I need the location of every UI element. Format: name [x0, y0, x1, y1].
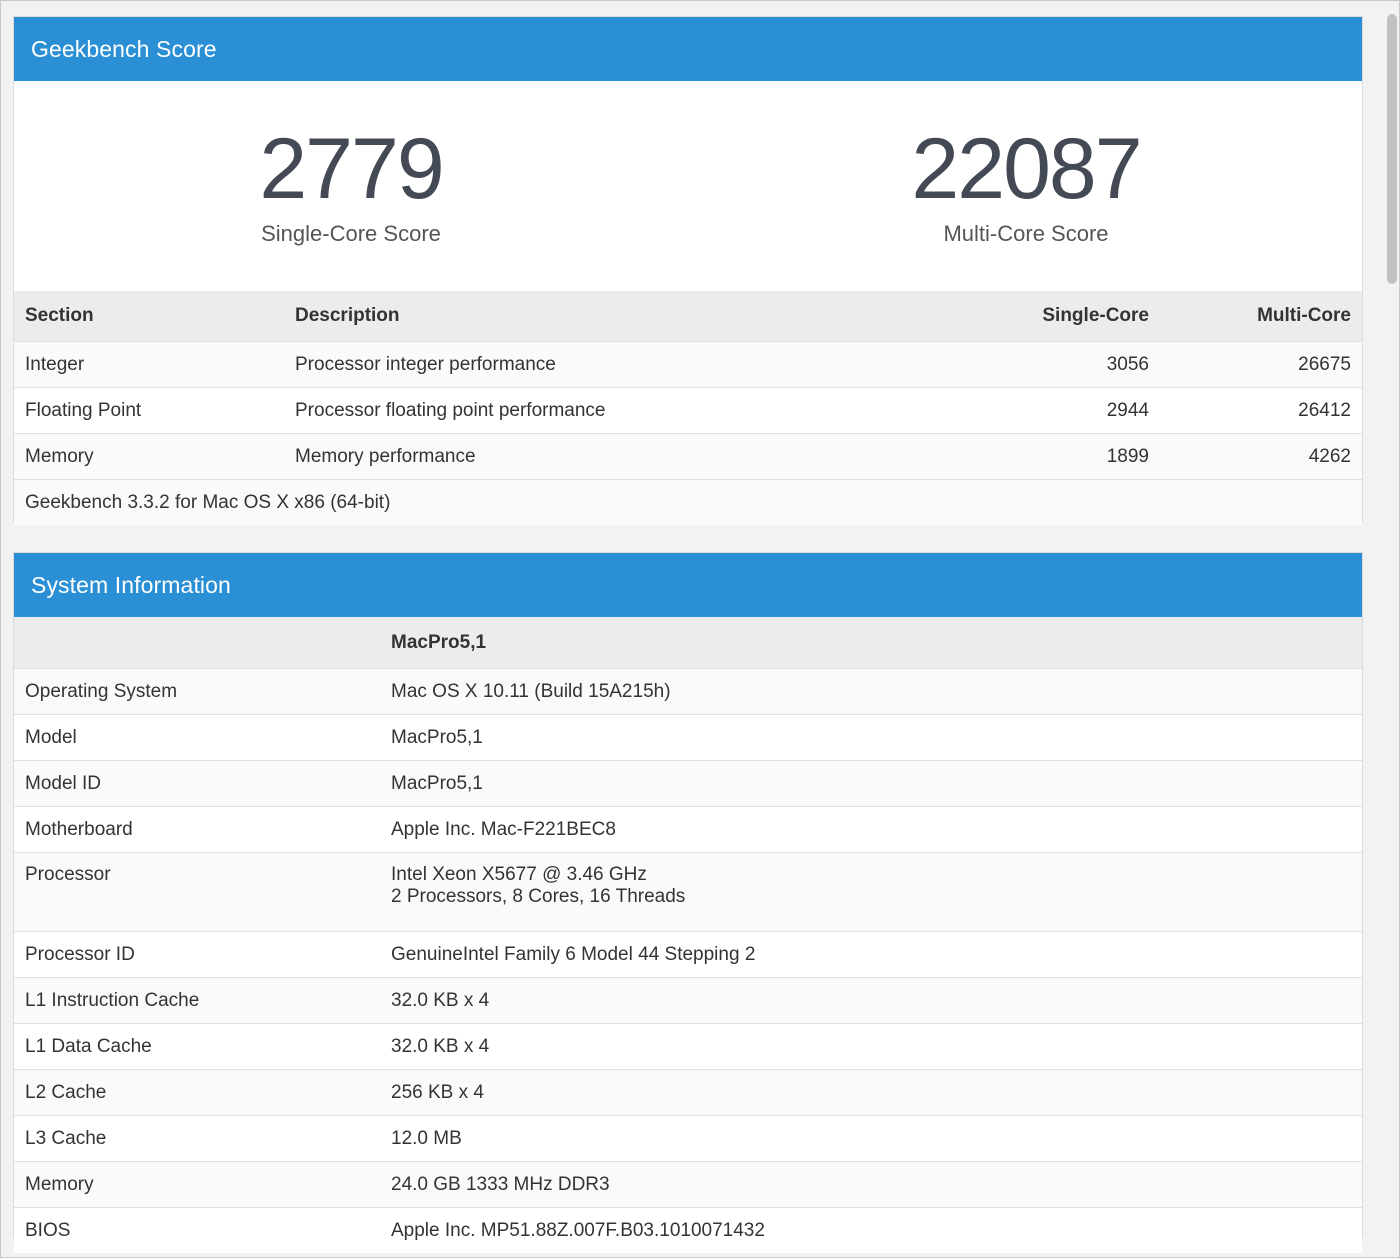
- table-row: Floating Point Processor floating point …: [14, 387, 1362, 434]
- multi-core-score-value: 22087: [911, 121, 1142, 217]
- single-core-cell: 3056: [918, 341, 1160, 388]
- version-footnote: Geekbench 3.3.2 for Mac OS X x86 (64-bit…: [14, 479, 1362, 525]
- table-row: L1 Instruction Cache 32.0 KB x 4: [14, 977, 1362, 1024]
- info-value: Mac OS X 10.11 (Build 15A215h): [380, 668, 1362, 715]
- geekbench-score-card: Geekbench Score 2779 Single-Core Score 2…: [13, 16, 1363, 525]
- table-row: Processor Intel Xeon X5677 @ 3.46 GHz 2 …: [14, 852, 1362, 932]
- info-value: MacPro5,1: [380, 714, 1362, 761]
- info-key: L2 Cache: [14, 1069, 380, 1116]
- section-cell: Memory: [14, 433, 284, 480]
- section-cell: Floating Point: [14, 387, 284, 434]
- info-value: Apple Inc. MP51.88Z.007F.B03.1010071432: [380, 1207, 1362, 1253]
- single-core-cell: 2944: [918, 387, 1160, 434]
- column-header-empty: [14, 617, 380, 669]
- table-row: Model ID MacPro5,1: [14, 760, 1362, 807]
- single-core-score-value: 2779: [259, 121, 444, 217]
- table-row: L2 Cache 256 KB x 4: [14, 1069, 1362, 1116]
- table-row: Memory 24.0 GB 1333 MHz DDR3: [14, 1161, 1362, 1208]
- section-cell: Integer: [14, 341, 284, 388]
- table-row: Motherboard Apple Inc. Mac-F221BEC8: [14, 806, 1362, 853]
- table-header-row: Section Description Single-Core Multi-Co…: [14, 291, 1362, 342]
- multi-core-score: 22087 Multi-Core Score: [816, 121, 1236, 247]
- description-cell: Processor integer performance: [284, 341, 918, 388]
- info-key: L1 Data Cache: [14, 1023, 380, 1070]
- column-header-description: Description: [284, 291, 918, 342]
- table-row: Processor ID GenuineIntel Family 6 Model…: [14, 931, 1362, 978]
- scores-panel: 2779 Single-Core Score 22087 Multi-Core …: [14, 81, 1362, 291]
- table-row: Memory Memory performance 1899 4262: [14, 433, 1362, 480]
- vertical-scrollbar[interactable]: [1387, 14, 1397, 284]
- info-key: Processor ID: [14, 931, 380, 978]
- system-information-card: System Information MacPro5,1 Operating S…: [13, 552, 1363, 1253]
- info-key: Model: [14, 714, 380, 761]
- info-value: 256 KB x 4: [380, 1069, 1362, 1116]
- info-key: Operating System: [14, 668, 380, 715]
- info-key: Model ID: [14, 760, 380, 807]
- info-key: Processor: [14, 852, 380, 932]
- info-key: BIOS: [14, 1207, 380, 1253]
- info-key: L1 Instruction Cache: [14, 977, 380, 1024]
- column-header-model: MacPro5,1: [380, 617, 1362, 669]
- info-value: Apple Inc. Mac-F221BEC8: [380, 806, 1362, 853]
- single-core-score-label: Single-Core Score: [261, 221, 441, 246]
- multi-core-cell: 26412: [1160, 387, 1362, 434]
- column-header-single-core: Single-Core: [918, 291, 1160, 342]
- column-header-section: Section: [14, 291, 284, 342]
- score-card-header: Geekbench Score: [14, 17, 1362, 81]
- info-value: Intel Xeon X5677 @ 3.46 GHz 2 Processors…: [380, 852, 1362, 932]
- table-row: Operating System Mac OS X 10.11 (Build 1…: [14, 668, 1362, 715]
- info-value: 24.0 GB 1333 MHz DDR3: [380, 1161, 1362, 1208]
- system-card-header: System Information: [14, 553, 1362, 617]
- description-cell: Processor floating point performance: [284, 387, 918, 434]
- table-row: Integer Processor integer performance 30…: [14, 341, 1362, 388]
- info-value: 32.0 KB x 4: [380, 977, 1362, 1024]
- table-row: Model MacPro5,1: [14, 714, 1362, 761]
- info-value: 12.0 MB: [380, 1115, 1362, 1162]
- column-header-multi-core: Multi-Core: [1160, 291, 1362, 342]
- multi-core-score-label: Multi-Core Score: [943, 221, 1109, 246]
- description-cell: Memory performance: [284, 433, 918, 480]
- info-key: L3 Cache: [14, 1115, 380, 1162]
- score-breakdown-table: Section Description Single-Core Multi-Co…: [14, 291, 1362, 525]
- info-value: MacPro5,1: [380, 760, 1362, 807]
- single-core-cell: 1899: [918, 433, 1160, 480]
- table-row: BIOS Apple Inc. MP51.88Z.007F.B03.101007…: [14, 1207, 1362, 1253]
- processor-model-line: Intel Xeon X5677 @ 3.46 GHz: [391, 864, 647, 885]
- info-value: 32.0 KB x 4: [380, 1023, 1362, 1070]
- table-header-row: MacPro5,1: [14, 617, 1362, 669]
- version-footnote-row: Geekbench 3.3.2 for Mac OS X x86 (64-bit…: [14, 479, 1362, 525]
- info-key: Motherboard: [14, 806, 380, 853]
- multi-core-cell: 26675: [1160, 341, 1362, 388]
- info-value: GenuineIntel Family 6 Model 44 Stepping …: [380, 931, 1362, 978]
- table-row: L3 Cache 12.0 MB: [14, 1115, 1362, 1162]
- table-row: L1 Data Cache 32.0 KB x 4: [14, 1023, 1362, 1070]
- info-key: Memory: [14, 1161, 380, 1208]
- multi-core-cell: 4262: [1160, 433, 1362, 480]
- single-core-score: 2779 Single-Core Score: [141, 121, 561, 247]
- processor-topology-line: 2 Processors, 8 Cores, 16 Threads: [391, 886, 686, 907]
- system-information-table: MacPro5,1 Operating System Mac OS X 10.1…: [14, 617, 1362, 1253]
